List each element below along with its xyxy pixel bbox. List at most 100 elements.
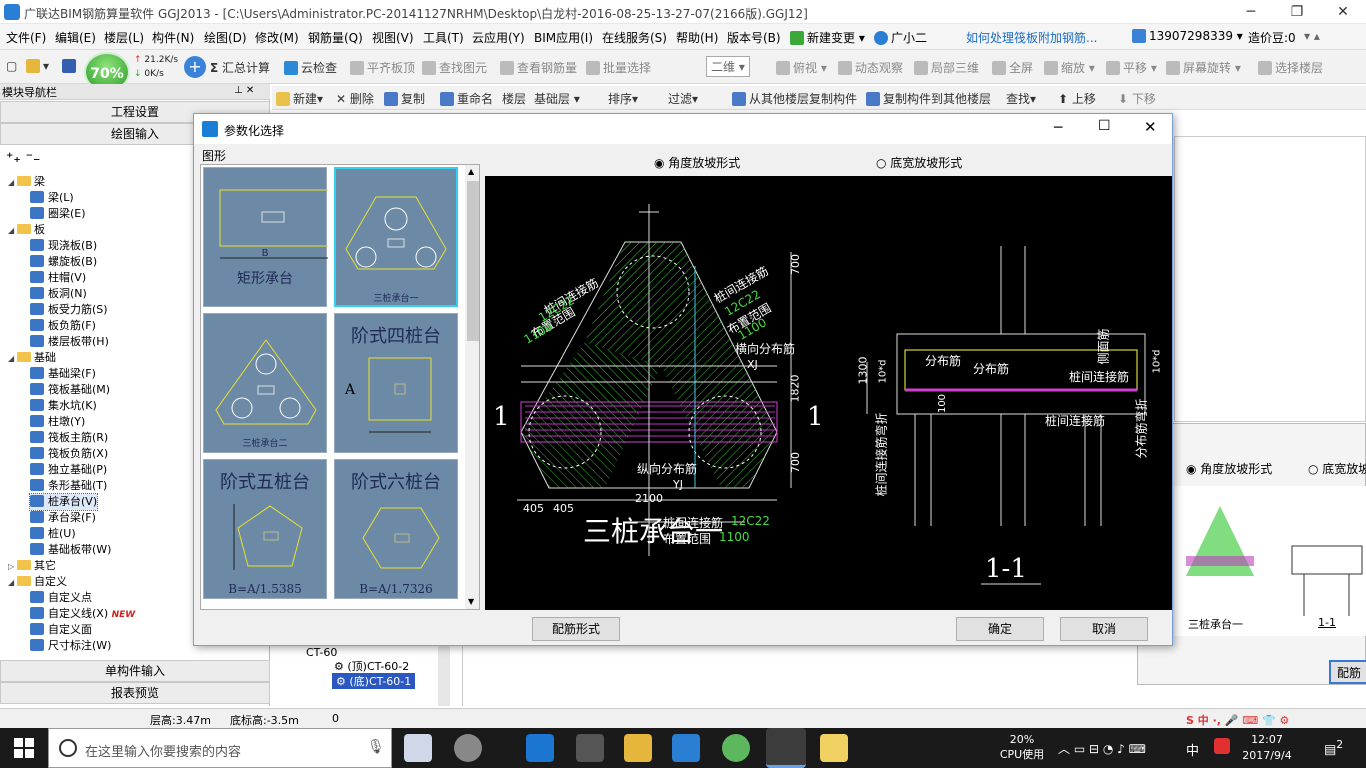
edge-browser-icon[interactable] [526,734,554,762]
menu-online[interactable]: 在线服务(S) [602,29,667,46]
tree-folder[interactable]: ◢ 板 [8,222,45,239]
help-question-link[interactable]: 如何处理筏板附加钢筋... [966,29,1097,46]
tree-item[interactable]: 尺寸标注(W) [30,638,111,654]
close-button[interactable]: ✕ [1320,0,1366,24]
tab-single-component[interactable]: 单构件输入 [0,660,270,682]
tree-item[interactable]: 板洞(N) [30,286,87,302]
open-folder-icon[interactable]: ▾ [26,59,49,73]
tree-item[interactable]: 集水坑(K) [30,398,97,414]
tree-item[interactable]: 板受力筋(S) [30,302,108,318]
menu-tools[interactable]: 工具(T) [423,29,464,46]
save-icon[interactable] [62,59,79,73]
tree-item[interactable]: 筏板主筋(R) [30,430,108,446]
tree-folder[interactable]: ▷ 其它 [8,558,56,575]
tree-item[interactable]: 梁(L) [30,190,74,206]
thumb-step-four[interactable]: 阶式四桩台 A [334,313,458,453]
collapse-icon[interactable]: ◢ [8,351,17,367]
tree-item[interactable]: 自定义线(X) NEW [30,606,135,623]
thumb-step-five[interactable]: 阶式五桩台 B=A/1.5385 [203,459,327,599]
ggj-app-active-icon[interactable] [766,728,806,768]
taskbar-search-box[interactable]: 在这里输入你要搜索的内容 🎙 [48,728,392,768]
fullscreen-button[interactable]: 全屏 [992,59,1033,76]
dialog-maximize-icon[interactable]: ☐ [1098,118,1111,134]
menu-overflow-icon[interactable]: ▾ ▴ [1304,29,1320,43]
menu-cloud[interactable]: 云应用(Y) [472,29,525,46]
tree-folder[interactable]: ◢ 梁 [8,174,45,191]
tree-item[interactable]: 柱帽(V) [30,270,86,286]
expand-collapse-all-icon[interactable]: ⁺₊ ⁻₋ [6,150,40,166]
sogou-ime-icon[interactable]: S 中 ·, 🎤 ⌨ 👕 ⚙ [1186,712,1289,728]
microphone-icon[interactable]: 🎙 [367,739,385,755]
collapse-icon[interactable]: ◢ [8,575,17,591]
list-item-selected[interactable]: ⚙ (底)CT-60-1 [332,673,416,689]
radio-angle-2[interactable]: ◉ 角度放坡形式 [1186,460,1272,477]
ok-button[interactable]: 确定 [956,617,1044,641]
sum-calc-button[interactable]: Σ 汇总计算 [210,59,270,76]
expand-icon[interactable]: ▷ [8,559,17,575]
move-down-button[interactable]: ⬇ 下移 [1118,90,1156,107]
tree-item[interactable]: 承台梁(F) [30,510,96,526]
cancel-button[interactable]: 取消 [1060,617,1148,641]
tree-item[interactable]: 螺旋板(B) [30,254,97,270]
find-button[interactable]: 查找▾ [1006,90,1036,107]
move-up-button[interactable]: ⬆ 上移 [1058,90,1096,107]
copy-to-floor-button[interactable]: 复制构件到其他楼层 [866,90,991,107]
floor-select[interactable]: 基础层 ▾ [534,90,580,107]
menu-modify[interactable]: 修改(M) [255,29,299,46]
delete-button[interactable]: ✕ 删除 [336,90,374,107]
menu-bim[interactable]: BIM应用(I) [534,29,593,46]
tree-item[interactable]: 基础梁(F) [30,366,96,382]
tree-item[interactable]: 自定义点 [30,590,92,606]
maximize-button[interactable]: ❐ [1274,0,1320,24]
notes-app-icon[interactable] [820,734,848,762]
menu-file[interactable]: 文件(F) [6,29,46,46]
rebar-form-button[interactable]: 配筋形式 [532,617,620,641]
tab-report-preview[interactable]: 报表预览 [0,682,270,704]
copy-button[interactable]: 复制 [384,90,425,107]
notification-center-icon[interactable]: ▤2 [1324,738,1343,757]
tree-item[interactable]: 现浇板(B) [30,238,97,254]
cloud-check-button[interactable]: 云检查 [284,59,337,76]
zoom-button[interactable]: 缩放 ▾ [1044,59,1095,76]
menu-new-change[interactable]: 新建变更 ▾ [790,29,865,46]
menu-guangxiaoer[interactable]: 广小二 [874,29,927,46]
minimize-button[interactable]: ─ [1228,0,1274,24]
system-tray-icons[interactable]: ︿ ▭ ⊟ ◔ ♪ ⌨ [1058,740,1146,757]
windows-start-icon[interactable] [14,738,34,758]
tree-item[interactable]: 板负筋(F) [30,318,96,334]
tree-item[interactable]: 条形基础(T) [30,478,107,494]
new-file-icon[interactable]: ▢ [6,59,17,73]
file-explorer-icon[interactable] [624,734,652,762]
pan-button[interactable]: 平移 ▾ [1106,59,1157,76]
scroll-up-icon[interactable]: ▲ [468,167,474,176]
view-mode-select[interactable]: 二维 ▾ [706,56,750,77]
thumb-three-pile-1[interactable]: 三桩承台一 [334,167,458,307]
tree-item[interactable]: 柱墩(Y) [30,414,85,430]
menu-edit[interactable]: 编辑(E) [55,29,96,46]
list-scrollbar[interactable] [438,646,450,706]
menu-component[interactable]: 构件(N) [152,29,194,46]
menu-draw[interactable]: 绘图(D) [204,29,247,46]
menu-view[interactable]: 视图(V) [372,29,414,46]
collapse-icon[interactable]: ◢ [8,223,17,239]
list-item[interactable]: CT-60 [306,646,337,659]
menu-version[interactable]: 版本号(B) [727,29,781,46]
tree-item[interactable]: 楼层板带(H) [30,334,109,350]
local-3d-button[interactable]: 局部三维 [914,59,979,76]
sort-button[interactable]: 排序▾ [608,90,638,107]
radio-width-2[interactable]: ○ 底宽放坡 [1308,460,1366,477]
tree-item[interactable]: 基础板带(W) [30,542,111,558]
user-account[interactable]: 13907298339 ▾ [1132,29,1243,43]
top-view-button[interactable]: 俯视 ▾ [776,59,827,76]
new-component-button[interactable]: 新建▾ [276,90,323,107]
list-item[interactable]: ⚙ (顶)CT-60-2 [334,658,409,674]
spinner-app-icon[interactable] [454,734,482,762]
scroll-thumb[interactable] [467,181,479,341]
view-rebar-button[interactable]: 查看钢筋量 [500,59,577,76]
tree-item[interactable]: 桩承台(V) [28,493,99,511]
align-top-button[interactable]: 平齐板顶 [350,59,415,76]
find-element-button[interactable]: 查找图元 [422,59,487,76]
collapse-icon[interactable]: ◢ [8,175,17,191]
dialog-close-icon[interactable]: ✕ [1144,118,1157,136]
radio-width-slope[interactable]: ○ 底宽放坡形式 [876,154,962,171]
